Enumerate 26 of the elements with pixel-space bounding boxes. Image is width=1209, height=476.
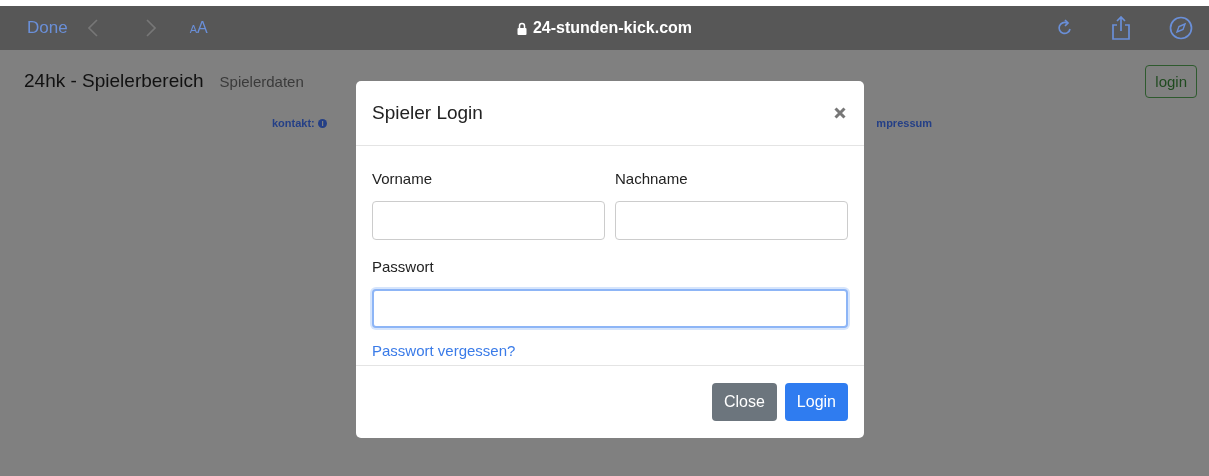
reload-icon[interactable] [1057, 19, 1073, 37]
contact-label: kontakt: [272, 117, 315, 129]
login-button[interactable]: login [1145, 64, 1197, 98]
input-field[interactable] [615, 201, 848, 240]
info-icon [317, 118, 327, 128]
imprint-link[interactable]: mpressum [876, 117, 932, 129]
field-label: Vorname [372, 170, 434, 187]
login-button[interactable]: Login [784, 383, 848, 421]
url-text[interactable]: 24-stunden-kick.com [532, 19, 693, 37]
field-label: Passwort [372, 258, 435, 275]
nav-link[interactable]: Spielerdaten [219, 72, 304, 90]
forward-icon[interactable] [145, 19, 156, 37]
compass-icon[interactable] [1169, 16, 1193, 40]
lock-icon [516, 21, 527, 35]
close-icon[interactable] [832, 105, 848, 121]
site-title[interactable]: 24hk - Spielerbereich [24, 70, 204, 92]
close-button[interactable]: Close [711, 383, 777, 421]
field-label: Nachname [615, 170, 689, 187]
back-icon[interactable] [87, 19, 98, 37]
share-icon[interactable] [1111, 16, 1131, 40]
forgot-password-link[interactable]: Passwort vergessen? [372, 342, 516, 359]
text-size-button[interactable]: AA [189, 19, 208, 37]
dialog-title: Spieler Login [372, 102, 483, 124]
input-field[interactable] [372, 289, 848, 328]
done-button[interactable]: Done [27, 18, 68, 38]
input-field[interactable] [372, 201, 605, 240]
